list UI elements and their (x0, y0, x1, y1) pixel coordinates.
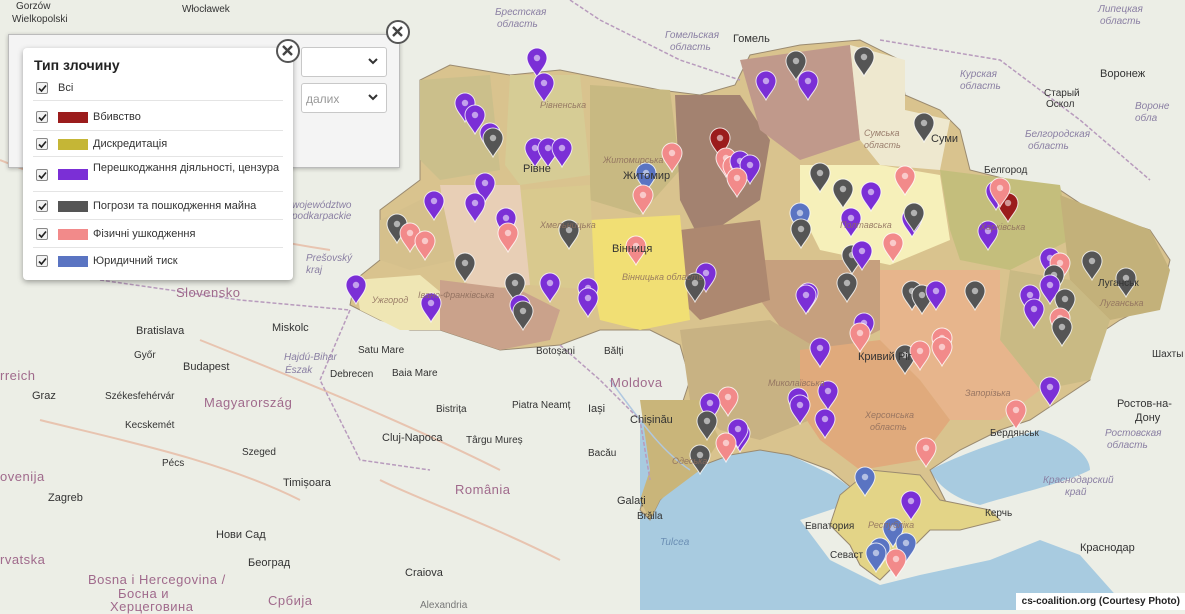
legend-title: Тип злочину (34, 57, 120, 73)
legend-swatch (58, 169, 88, 180)
checkmark-icon (38, 84, 47, 93)
legend-item[interactable]: Дискредитація (33, 131, 283, 157)
legend-swatch (58, 111, 88, 123)
legend-item[interactable]: Юридичний тиск (33, 248, 283, 274)
filter-select-2[interactable]: далих (301, 83, 387, 113)
legend-checkbox[interactable] (36, 200, 48, 212)
legend-label: Перешкоджання діяльності, цензура (93, 161, 280, 174)
close-filter-panel-button[interactable] (386, 20, 410, 44)
legend-label: Юридичний тиск (93, 254, 178, 267)
close-legend-button[interactable] (276, 39, 300, 63)
legend-checkbox[interactable] (36, 168, 48, 181)
checkmark-icon (38, 257, 47, 266)
legend-label: Фізичні ушкодження (93, 227, 196, 240)
legend-item[interactable]: Перешкоджання діяльності, цензура (33, 157, 283, 192)
legend-label: Вбивство (93, 110, 141, 123)
legend-swatch (58, 255, 88, 267)
legend-swatch (58, 200, 88, 212)
close-icon (282, 45, 293, 56)
legend-checkbox[interactable] (36, 228, 48, 240)
legend-item[interactable]: Вбивство (33, 103, 283, 131)
crime-type-legend: Тип злочину Всі Вбивство Дискредитація Пере… (23, 48, 293, 280)
legend-item[interactable]: Фізичні ушкодження (33, 220, 283, 248)
checkmark-icon (38, 113, 47, 122)
checkmark-icon (38, 140, 47, 149)
filter-select-2-value: далих (306, 92, 340, 106)
legend-checkbox[interactable] (36, 255, 48, 267)
legend-label: Дискредитація (93, 137, 168, 150)
legend-label: Всі (58, 81, 74, 94)
legend-item[interactable]: Всі (33, 75, 283, 101)
legend-swatch (58, 228, 88, 240)
chevron-down-icon (368, 94, 378, 101)
legend-checkbox[interactable] (36, 82, 48, 94)
checkmark-icon (38, 230, 47, 239)
legend-checkbox[interactable] (36, 138, 48, 150)
photo-credit: cs-coalition.org (Courtesy Photo) (1015, 593, 1185, 610)
legend-item[interactable]: Погрози та пошкодження майна (33, 192, 283, 220)
legend-checkbox[interactable] (36, 111, 48, 123)
filter-select-1[interactable] (301, 47, 387, 77)
legend-label: Погрози та пошкодження майна (93, 199, 257, 212)
checkmark-icon (38, 202, 47, 211)
checkmark-icon (38, 171, 47, 179)
close-icon (392, 26, 403, 37)
chevron-down-icon (368, 58, 378, 65)
legend-swatch (58, 138, 88, 150)
